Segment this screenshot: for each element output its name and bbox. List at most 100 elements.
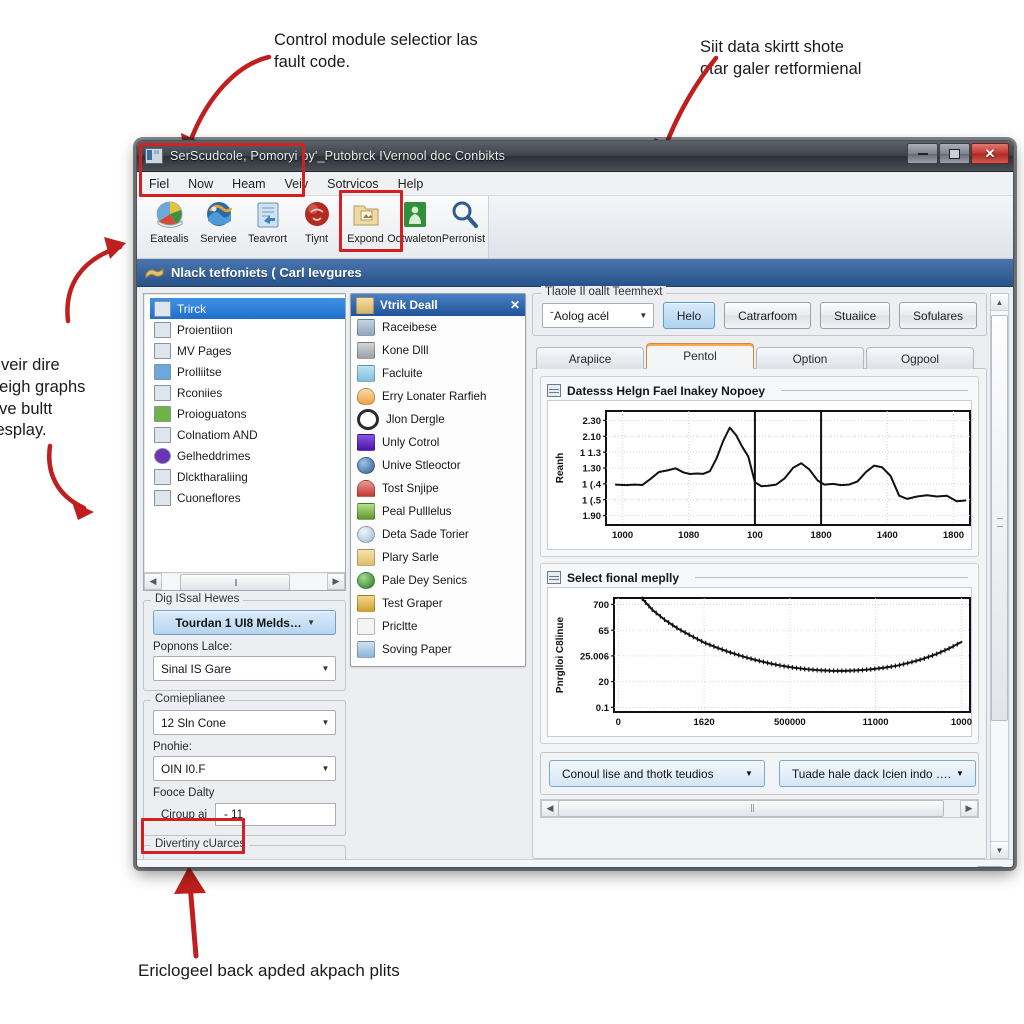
scroll-thumb[interactable]	[558, 800, 944, 817]
arrow-bottom	[174, 866, 206, 959]
line-chart-1: 2.30 2.10 1 1.3 1.30 1 (.4 1 (.5 1.90 1000 1080 1…	[555, 410, 971, 541]
toolbar-button-ootwaleton[interactable]: Ootwaleton	[387, 196, 442, 245]
tree-panel: Trirck Proientiion MV Pages Prolliitse R…	[143, 293, 346, 591]
menu-item-file[interactable]: Fiel	[149, 177, 169, 191]
sofulares-button[interactable]: Sofulares	[899, 302, 977, 329]
conoul-lise-combo[interactable]: Conoul lise and thotk teudios ▼	[549, 760, 765, 787]
scroll-thumb[interactable]	[991, 315, 1008, 721]
tree-item-colnatiom-and[interactable]: Colnatiom AND	[150, 424, 345, 445]
tree-item-prolliitse[interactable]: Prolliitse	[150, 361, 345, 382]
upeln-dalc-button[interactable]: Upeln Dalc..	[146, 867, 243, 868]
close-icon[interactable]: ✕	[510, 298, 520, 312]
aolog-combo[interactable]: ˉAolog acél ▼	[542, 303, 654, 328]
palette-item-deta-sade-torier[interactable]: Deta Sade Torier	[351, 523, 525, 546]
palette-item-erry-lonater-rarfieh[interactable]: Erry Lonater Rarfieh	[351, 385, 525, 408]
tab-ogpool[interactable]: Ogpool	[866, 347, 974, 369]
scroll-track[interactable]	[162, 574, 327, 590]
toolbar-button-eatealis[interactable]: Eatealis	[145, 196, 194, 245]
tree-item-cuoneflores[interactable]: Cuoneflores	[150, 487, 345, 508]
menu-item-help[interactable]: Help	[398, 177, 424, 191]
tree-item-gelheddrimes[interactable]: Gelheddrimes	[150, 445, 345, 466]
combo-12-sln-cone[interactable]: 12 Sln Cone ▼	[153, 710, 336, 735]
scroll-thumb[interactable]	[180, 574, 290, 590]
sphere-icon	[357, 526, 375, 543]
tuade-hale-dack-combo[interactable]: Tuade hale dack Icien indo …. ▼	[779, 760, 976, 787]
tree-item-dlcktharaliing[interactable]: Dlcktharaliing	[150, 466, 345, 487]
catrarfoom-button[interactable]: Catrarfoom	[724, 302, 812, 329]
toolbar-button-expond[interactable]: Expond	[341, 196, 390, 245]
group-comieplianee: Comieplianee 12 Sln Cone ▼ Pnohie: OIN I…	[143, 693, 346, 836]
chart-card-2: Select fional meplly 700 65 25.006 20 0.1 0 16…	[540, 563, 979, 744]
scroll-up-icon[interactable]: ▲	[991, 294, 1008, 311]
scroll-right-icon[interactable]: ▶	[327, 573, 345, 590]
svg-text:1080: 1080	[678, 530, 699, 541]
tree-item-proientiion[interactable]: Proientiion	[150, 319, 345, 340]
combo-sinal-is-gare[interactable]: Sinal IS Gare ▼	[153, 656, 336, 681]
panel-vertical-scrollbar[interactable]: ▲ ▼	[990, 293, 1009, 859]
toolbar-button-tiynt[interactable]: Tiynt	[292, 196, 341, 245]
top-row: ˉAolog acél ▼ Helo Catrarfoom Stuaiice S…	[542, 302, 977, 329]
scroll-right-icon[interactable]: ▶	[960, 800, 978, 817]
svg-text:1000: 1000	[951, 717, 972, 728]
group-title: Divertiny cUarces	[151, 838, 250, 850]
menu-item-heam[interactable]: Heam	[232, 177, 265, 191]
toolbar-label: Serviee	[200, 233, 237, 245]
primary-combo[interactable]: Tourdan 1 UI8 Melds… ▼	[153, 610, 336, 635]
toolbar-button-perronist[interactable]: Perronist	[439, 196, 488, 245]
maximize-button[interactable]	[939, 143, 970, 164]
tree-item-label: MV Pages	[177, 343, 232, 358]
tree-node-icon	[154, 426, 171, 443]
cmcod-button[interactable]: Cmcod	[897, 867, 967, 868]
banner-title: Nlack tetfoniets ( Carl Ievgures	[171, 265, 362, 280]
tab-pentol[interactable]: Pentol	[646, 343, 754, 369]
close-button[interactable]: ✕	[971, 143, 1009, 164]
panel-horizontal-scrollbar[interactable]: ◀ ▶	[540, 799, 979, 818]
green-person-icon	[399, 199, 431, 231]
combo-oin-10f[interactable]: OIN I0.F ▼	[153, 756, 336, 781]
palette-item-plary-sarle[interactable]: Plary Sarle	[351, 546, 525, 569]
tree-horizontal-scrollbar[interactable]: ◀ ▶	[144, 572, 345, 590]
scroll-left-icon[interactable]: ◀	[541, 800, 559, 817]
tab-arapiice[interactable]: Arapiice	[536, 347, 644, 369]
tree-item-trirck[interactable]: Trirck	[150, 298, 345, 319]
svg-text:1400: 1400	[877, 530, 898, 541]
stuaiice-button[interactable]: Stuaiice	[820, 302, 891, 329]
palette-item-facluite[interactable]: Facluite	[351, 362, 525, 385]
palette-item-label: Unive Stleoctor	[382, 459, 461, 472]
chart-header: Datesss Helgn Fael Inakey Nopoey	[547, 381, 972, 400]
menu-item-services[interactable]: Sotrvicos	[327, 177, 378, 191]
spinner-row: Ciroup аj - 11	[153, 803, 336, 826]
palette-item-raceibese[interactable]: Raceibese	[351, 316, 525, 339]
tree-node-icon	[154, 405, 171, 422]
palette-item-pricltte[interactable]: Pricltte	[351, 615, 525, 638]
tree-item-proioguatons[interactable]: Proioguatons	[150, 403, 345, 424]
palette-item-unly-cotrol[interactable]: Unly Cotrol	[351, 431, 525, 454]
palette-item-soving-paper[interactable]: Soving Paper	[351, 638, 525, 661]
printer-icon[interactable]	[976, 866, 1004, 867]
tab-option[interactable]: Option	[756, 347, 864, 369]
toolbar-button-teavrort[interactable]: Teavrort	[243, 196, 292, 245]
arrow-left-upper	[65, 237, 126, 324]
spinner-input[interactable]: - 11	[215, 803, 336, 826]
scroll-left-icon[interactable]: ◀	[144, 573, 162, 590]
palette-item-peal-pulllelus[interactable]: Peal Pulllelus	[351, 500, 525, 523]
menu-item-now[interactable]: Now	[188, 177, 213, 191]
scroll-track[interactable]	[991, 311, 1008, 841]
palette-item-test-graper[interactable]: Test Graper	[351, 592, 525, 615]
helo-button[interactable]: Helo	[662, 302, 716, 329]
svg-text:1 1.3: 1 1.3	[580, 448, 601, 459]
palette-item-pale-dey-senics[interactable]: Pale Dey Senics	[351, 569, 525, 592]
chevron-down-icon: ▼	[307, 618, 316, 627]
scroll-down-icon[interactable]: ▼	[991, 841, 1008, 858]
palette-item-label: Soving Paper	[382, 643, 452, 656]
toolbar-button-serviee[interactable]: Serviee	[194, 196, 243, 245]
menu-item-view[interactable]: Veiv	[285, 177, 309, 191]
tree-item-rconiies[interactable]: Rconiies	[150, 382, 345, 403]
palette-panel: Vtrik Deall ✕ Raceibese Kone Dlll Faclui…	[350, 293, 526, 667]
palette-item-unive-stleoctor[interactable]: Unive Stleoctor	[351, 454, 525, 477]
palette-item-tost-snjipe[interactable]: Tost Snjipe	[351, 477, 525, 500]
palette-item-kone-dlll[interactable]: Kone Dlll	[351, 339, 525, 362]
palette-item-jlon-dergle[interactable]: Jlon Dergle	[351, 408, 525, 431]
tree-item-mv-pages[interactable]: MV Pages	[150, 340, 345, 361]
minimize-button[interactable]	[907, 143, 938, 164]
